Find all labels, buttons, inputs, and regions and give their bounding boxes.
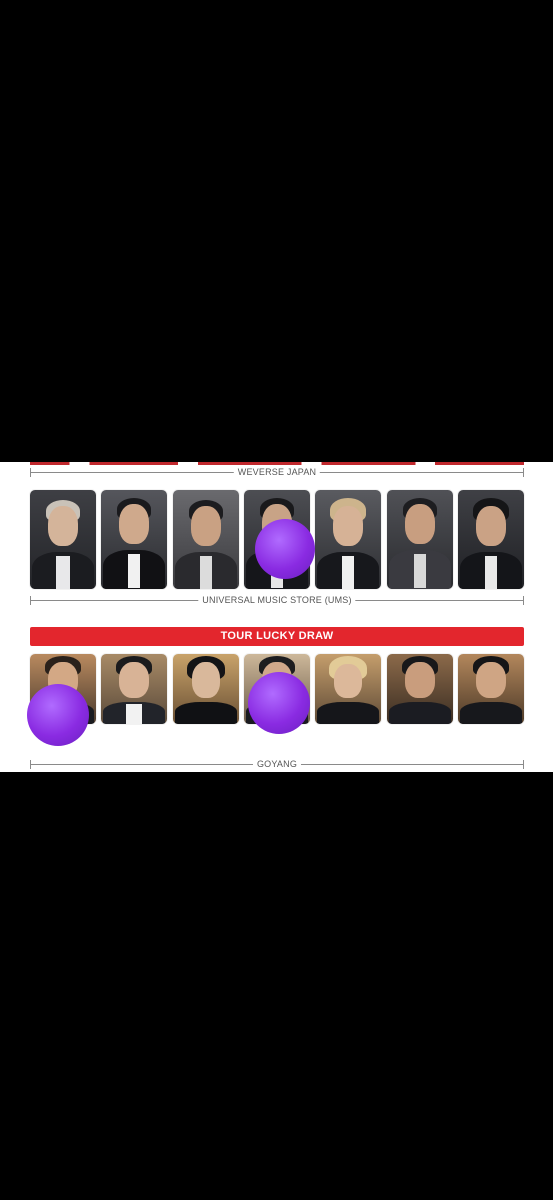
weverse-japan-divider: WEVERSE JAPAN — [30, 466, 524, 478]
photocard — [172, 490, 239, 589]
photocard — [30, 490, 96, 589]
photocard — [386, 654, 453, 724]
photocard — [457, 654, 524, 724]
photocard — [386, 490, 453, 589]
privacy-blur-sticker — [27, 684, 89, 746]
goyang-divider: GOYANG — [30, 758, 524, 770]
photocard — [101, 654, 168, 724]
cropped-red-header — [30, 462, 524, 465]
photocard — [315, 490, 382, 589]
weverse-japan-label: WEVERSE JAPAN — [233, 466, 321, 478]
goyang-label: GOYANG — [252, 758, 302, 770]
photocard — [457, 490, 524, 589]
photocard-panel: WEVERSE JAPAN UNIVERSAL MUSIC STORE (UMS… — [0, 462, 553, 772]
tour-lucky-draw-banner: TOUR LUCKY DRAW — [30, 627, 524, 646]
photocard — [172, 654, 239, 724]
photocard — [101, 490, 168, 589]
ums-divider: UNIVERSAL MUSIC STORE (UMS) — [30, 594, 524, 606]
privacy-blur-sticker — [255, 519, 315, 579]
photocard — [315, 654, 382, 724]
ums-label: UNIVERSAL MUSIC STORE (UMS) — [198, 594, 356, 606]
privacy-blur-sticker — [248, 672, 310, 734]
